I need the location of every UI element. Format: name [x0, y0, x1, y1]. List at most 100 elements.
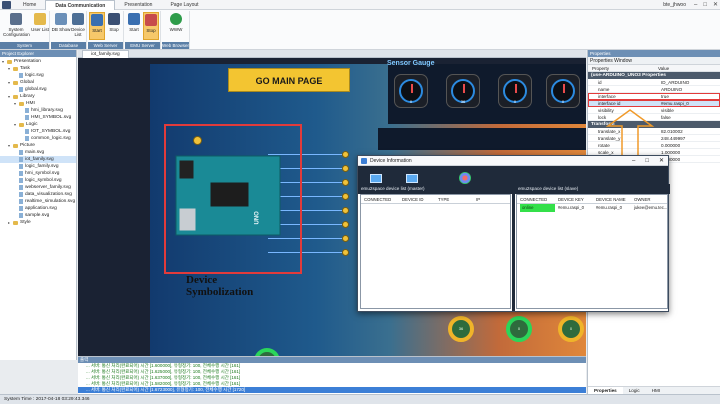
property-row[interactable]: name ARDUINO [588, 86, 720, 93]
dialog-title-bar: Device Information – □ ✕ [358, 156, 668, 166]
ribbon-group-emu-server: Start Stop EMU Server [125, 11, 161, 49]
property-row[interactable]: rotate 0.000000 [588, 142, 720, 149]
status-ring[interactable]: 0 [558, 316, 584, 342]
property-category[interactable]: Transform [588, 121, 720, 128]
connector-node[interactable] [342, 249, 349, 256]
www-button[interactable]: WWW [166, 12, 186, 40]
column-device-id[interactable]: DEVICE ID [399, 195, 435, 203]
maximize-icon[interactable]: □ [703, 0, 707, 10]
sensor-gauge[interactable]: 0 [498, 74, 532, 108]
tree-file[interactable]: global.svg [0, 86, 76, 93]
tree-file[interactable]: logic_symbol.svg [0, 177, 76, 184]
go-main-page-button[interactable]: GO MAIN PAGE [228, 68, 350, 92]
tree-folder[interactable]: ▾ Logic [0, 121, 76, 128]
file-icon [25, 136, 29, 141]
column-connected[interactable]: CONNECTED [517, 195, 555, 203]
document-tab[interactable]: iot_family.svg [82, 50, 129, 58]
minimize-icon[interactable]: – [632, 156, 635, 166]
status-ring[interactable]: 0 [506, 316, 532, 342]
selected-device-handle[interactable] [193, 136, 202, 145]
maximize-icon[interactable]: □ [645, 156, 649, 166]
tab-home[interactable]: Home [14, 0, 45, 10]
table-row[interactable]: online #emu.raspi_0 #emu.raspi_0 jukee@e… [517, 204, 667, 212]
tree-folder[interactable]: ▾ Presentation [0, 58, 76, 65]
tab-logic[interactable]: Logic [623, 387, 646, 394]
column-device-key[interactable]: DEVICE KEY [555, 195, 593, 203]
emu-server-stop-button[interactable]: Stop [143, 12, 159, 40]
connector-node[interactable] [342, 151, 349, 158]
tree-file[interactable]: logic.svg [0, 72, 76, 79]
property-row[interactable]: translate_x 82.010002 [588, 128, 720, 135]
connector-node[interactable] [342, 235, 349, 242]
tree-file[interactable]: sample.svg [0, 212, 76, 219]
tree-folder[interactable]: ▾ HMI [0, 100, 76, 107]
close-icon[interactable]: ✕ [659, 156, 664, 166]
user-account[interactable]: bte_jhwoo [663, 0, 686, 10]
sensor-gauge[interactable]: 0 [394, 74, 428, 108]
column-type[interactable]: TYPE [435, 195, 473, 203]
column-device-name[interactable]: DEVICE NAME [593, 195, 631, 203]
tree-file[interactable]: HMI_SYMBOL.svg [0, 114, 76, 121]
property-row[interactable]: id ID_ARDUINO [588, 79, 720, 86]
tab-page-layout[interactable]: Page Layout [161, 0, 207, 10]
device-list-button[interactable]: Device List [68, 12, 88, 40]
web-server-stop-button[interactable]: Stop [106, 12, 122, 40]
globe-icon [170, 13, 182, 25]
user-list-button[interactable]: User List [30, 12, 50, 40]
power-jack-icon [179, 160, 194, 179]
tree-folder[interactable]: ▾ Picture [0, 142, 76, 149]
tree-file-selected[interactable]: iot_family.svg [0, 156, 76, 163]
tree-file[interactable]: hmi_symbol.svg [0, 170, 76, 177]
tree-file[interactable]: realtime_simulation.svg [0, 198, 76, 205]
tab-hmi[interactable]: HMI [646, 387, 666, 394]
column-owner[interactable]: OWNER [631, 195, 667, 203]
emu-server-start-button[interactable]: Start [126, 12, 142, 40]
gauge-value: 0 [561, 99, 565, 104]
panel-bar [378, 128, 586, 150]
tree-file[interactable]: hmi_library.svg [0, 107, 76, 114]
sensor-gauge[interactable]: 36 [446, 74, 480, 108]
device-information-dialog[interactable]: Device Information – □ ✕ emu2space devic… [357, 155, 670, 312]
tree-folder[interactable]: ▾ Task [0, 65, 76, 72]
tree-folder[interactable]: ▾ Library [0, 93, 76, 100]
tree-file[interactable]: common_logic.svg [0, 135, 76, 142]
tree-file[interactable]: webserver_family.svg [0, 184, 76, 191]
property-row[interactable]: visibility visible [588, 107, 720, 114]
tree-file[interactable]: IOT_SYMBOL.svg [0, 128, 76, 135]
stop-icon [108, 13, 120, 25]
web-server-start-button[interactable]: Start [89, 12, 105, 40]
status-ring[interactable]: 36 [448, 316, 474, 342]
tree-folder[interactable]: ▸ Style [0, 219, 76, 226]
tree-folder[interactable]: ▾ Global [0, 79, 76, 86]
tab-data-communication[interactable]: Data Communication [45, 0, 116, 10]
column-connected[interactable]: CONNECTED [361, 195, 399, 203]
property-row-interface-id[interactable]: interface id #emu.raspi_0 [588, 100, 720, 107]
dialog-splitter[interactable] [512, 184, 515, 311]
network-icon [459, 172, 471, 184]
tab-presentation[interactable]: Presentation [115, 0, 161, 10]
system-configuration-button[interactable]: System Configuration [3, 12, 30, 40]
output-line-selected[interactable]: ... 서버: 통신 처리(완료되어) 시간 [1.6723000], 유형정기… [78, 387, 586, 393]
connector-node[interactable] [342, 165, 349, 172]
master-device-list[interactable]: CONNECTED DEVICE ID TYPE IP [360, 194, 511, 309]
slave-device-list[interactable]: CONNECTED DEVICE KEY DEVICE NAME OWNER o… [516, 194, 668, 309]
arduino-uno-board[interactable]: UNO [175, 155, 281, 236]
property-row-interface[interactable]: interface true [588, 93, 720, 100]
connector-node[interactable] [342, 179, 349, 186]
minimize-icon[interactable]: – [694, 0, 697, 10]
close-icon[interactable]: ✕ [713, 0, 718, 10]
tree-file[interactable]: data_visualization.svg [0, 191, 76, 198]
column-ip[interactable]: IP [473, 195, 503, 203]
property-category[interactable]: (use-ARDUINO_UNO3 Properties [588, 72, 720, 79]
app-logo-icon[interactable] [2, 1, 11, 9]
tab-properties[interactable]: Properties [588, 387, 623, 394]
connector-node[interactable] [342, 193, 349, 200]
tree-file[interactable]: application.svg [0, 205, 76, 212]
tree-file[interactable]: logic_family.svg [0, 163, 76, 170]
connector-node[interactable] [342, 207, 349, 214]
tree-file[interactable]: main.svg [0, 149, 76, 156]
property-row[interactable]: translate_y 248.449997 [588, 135, 720, 142]
connector-node[interactable] [342, 221, 349, 228]
sensor-gauge[interactable]: 0 [546, 74, 580, 108]
property-row[interactable]: lock false [588, 114, 720, 121]
